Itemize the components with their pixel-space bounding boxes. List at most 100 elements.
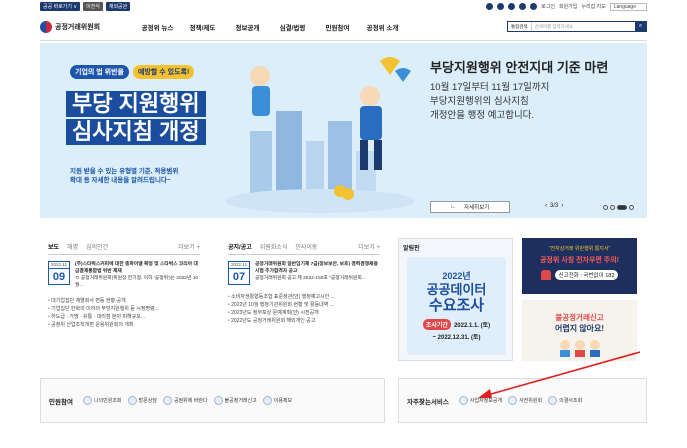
pause-icon[interactable] [629,205,634,210]
quick-links-dropdown[interactable]: 공공 바로가기 ∨ [40,2,81,11]
news-featured[interactable]: 2022.11 09 (주)스타벅스커피에 대한 총파이넬 확정 및 스타벅스 … [48,261,200,289]
notice-more-link[interactable]: 더보기 + [358,242,380,251]
notice-featured[interactable]: 2022.11 07 공정거래위원회 일반임기제 7급(정보보안, 보호) 경력… [228,261,380,285]
prev-arrow-icon[interactable]: ‹ [545,203,547,209]
notice-tabs: 공지/공고 위원회소식 인사이동 더보기 + [228,242,380,255]
notice-feature-title[interactable]: 공정거래위원회 일반임기제 7급(정보보안, 보호) 경력경쟁채용시험 추가합격… [255,261,380,275]
search-button[interactable]: ⌕ [635,21,646,32]
hero-banner[interactable]: 기업의 법 위반을 예방할 수 있도록! 부당 지원행위 심사지침 개정 지원 … [40,43,647,218]
next-arrow-icon[interactable]: › [561,203,563,209]
news-tabs: 보도 해명 심의인건 더보기 + [48,242,200,255]
phishing-warning-banner[interactable]: "전자상거래 위반행위 통지서" 공정위 사칭 전자우편 주의! 신고전화 : … [522,238,637,294]
language-select[interactable]: Language [609,2,647,11]
news-feature-summary: ㅁ 공정거래위원회(위원장 한기정, 이하 '공정위')는 2022년 10월.… [75,276,199,288]
instagram-icon[interactable] [519,3,527,10]
visit-icon [127,396,137,405]
hero-headline-2: 심사지침 개정 [66,119,206,145]
nav-about[interactable]: 공정위 소개 [360,22,405,32]
tab-notice[interactable]: 공지/공고 [228,242,252,251]
list-item[interactable]: 2023년도 정부포상 문예계획(안) 시전공개 [228,309,380,317]
annotation-arrow [478,351,641,398]
hero-subtext-2: 확대 등 자세한 내용을 알려드립니다~ [70,177,171,184]
tab-committee[interactable]: 위원회소식 [260,242,288,251]
report-link[interactable]: 불공정거래신고 [213,396,257,405]
hero-subtext-1: 지원 받을 수 있는 유형별 기준, 적용범위 [70,168,179,175]
hero-pager: ‹ 3/3 › [545,203,564,209]
notice-feature-summary: 공정거래위원회 공고 제 2022-150호 "공정거래위원회... [255,276,366,281]
my-complaint-link[interactable]: 나의민원조회 [82,396,122,405]
nav-civil[interactable]: 민원참여 [315,22,360,32]
civil-service-title: 민원참여 [49,398,73,406]
hero-pill-2: 예방할 수 있도록! [132,65,195,79]
notice-date-box: 2022.11 07 [228,261,250,285]
nav-news[interactable]: 공정위 뉴스 [135,22,180,32]
hero-title: 부당지원행위 안전지대 기준 마련 [430,60,609,75]
notice-panel: 공지/공고 위원회소식 인사이동 더보기 + 2022.11 07 공정거래위원… [228,242,380,325]
hero-desc-2: 부당지원행위의 심사지침 [430,96,529,107]
list-item[interactable]: 하도급 · 가맹 · 유통 · 대리점 분야 피해규모... [48,313,200,321]
login-link[interactable]: 로그인 [541,3,555,10]
news-list: 대기업집단 계열회사 변동 현황 공개 기업집단 한화의 이하의 부당지원행위 … [48,297,200,329]
popup-big-1: 공공데이터 [426,282,487,297]
visit-consult-link[interactable]: 방문상담 [127,396,157,405]
popup-board[interactable]: 알림판 2022년 공공데이터 수요조사 조사기간 2022.1.1. (토) … [398,238,513,361]
tab-review[interactable]: 심의인건 [86,242,108,251]
sitemap-link[interactable]: 누리집 지도 [581,3,605,10]
arrow-line-icon: ∟ [450,204,457,210]
facebook-icon[interactable] [486,3,494,10]
news-more-link[interactable]: 더보기 + [178,242,200,251]
youtube-icon[interactable] [508,3,516,10]
list-item[interactable]: 2022년도 공정거래위원회 해외개인 공고 [228,317,380,325]
site-header: 공정거래위원회 공정위 뉴스 정책/제도 정보공개 심결/법령 민원참여 공정위… [40,13,647,41]
search-box: 통합검색 검색어를 입력하세요. ⌕ [507,21,647,32]
popup-period-1: 2022.1.1. (토) [453,323,491,329]
banner1-line1: "전자상거래 위반행위 통지서" [548,246,611,252]
nav-policy[interactable]: 정책/제도 [180,22,225,32]
popup-period-2: ~ 2022.12.31. (토) [432,335,481,341]
utility-bar: 공공 바로가기 ∨ 이전식 재외공관 로그인 회원가입 누리집 지도 Langu… [40,0,647,13]
speech-icon [162,396,172,405]
slide-dot[interactable] [603,205,608,210]
tab-press[interactable]: 보도 [48,242,59,251]
slide-dot-active[interactable] [617,205,627,210]
hero-pills: 기업의 법 위반을 예방할 수 있도록! [70,65,195,79]
list-item[interactable]: 기업집단 한화의 이하의 부당지원행위 등 시정명령... [48,305,200,313]
nav-disclosure[interactable]: 정보공개 [225,22,270,32]
blog-icon[interactable] [530,3,538,10]
list-item[interactable]: 소비자생활협동조합 표준정관(안) 행정예고시안 ... [228,293,380,301]
hero-desc-3: 개정안을 행정 예고합니다. [430,110,535,121]
siren-icon [540,270,551,280]
logo-text: 공정거래위원회 [55,23,101,31]
popup-big-2: 수요조사 [428,297,485,314]
hero-more-button[interactable]: ∟ 자세히보기 [430,201,510,213]
popup-title: 알림판 [403,246,420,252]
tip-link[interactable]: 이용제보 [262,396,292,405]
banner2-line2: 어렵지 않아요! [554,324,605,333]
suggestion-link[interactable]: 공정위에 바란다 [162,396,208,405]
hero-illustration [225,57,415,213]
document-search-icon [82,396,92,405]
site-logo[interactable]: 공정거래위원회 [40,20,135,33]
news-feature-title[interactable]: (주)스타벅스커피에 대한 총파이넬 확정 및 스타벅스 코리아 대금결제통합법… [75,261,200,275]
popup-period-label: 조사기간 [422,319,451,330]
list-item[interactable]: 대기업집단 계열회사 변동 현황 공개 [48,297,200,305]
search-scope-select[interactable]: 통합검색 [508,22,532,31]
slide-dot[interactable] [610,205,615,210]
old-site-link[interactable]: 이전식 [83,2,103,11]
tab-personnel[interactable]: 인사이동 [295,242,317,251]
tab-clarify[interactable]: 해명 [67,242,78,251]
overseas-link[interactable]: 재외공관 [105,2,131,11]
signup-link[interactable]: 회원가입 [559,3,577,10]
hero-desc-1: 10월 17일부터 11월 17일까지 [430,82,550,93]
popup-year: 2022년 [442,271,471,281]
list-item[interactable]: 2022년 10월 행정기관위원회 현황 및 활동내역 ... [228,301,380,309]
news-date-box: 2022.11 09 [48,261,70,285]
nav-decisions[interactable]: 심결/법령 [270,22,315,32]
emblem-icon [40,20,52,33]
search-input[interactable]: 검색어를 입력하세요. [532,24,635,30]
main-nav: 공정위 뉴스 정책/제도 정보공개 심결/법령 민원참여 공정위 소개 [135,22,507,32]
hero-pill-1: 기업의 법 위반을 [70,65,129,79]
twitter-icon[interactable] [497,3,505,10]
list-item[interactable]: 공정위 산업조직개편 운용위원회의 개최 [48,321,200,329]
civil-service-bar: 민원참여 나의민원조회 방문상담 공정위에 바란다 불공정거래신고 이용제보 [40,378,385,423]
